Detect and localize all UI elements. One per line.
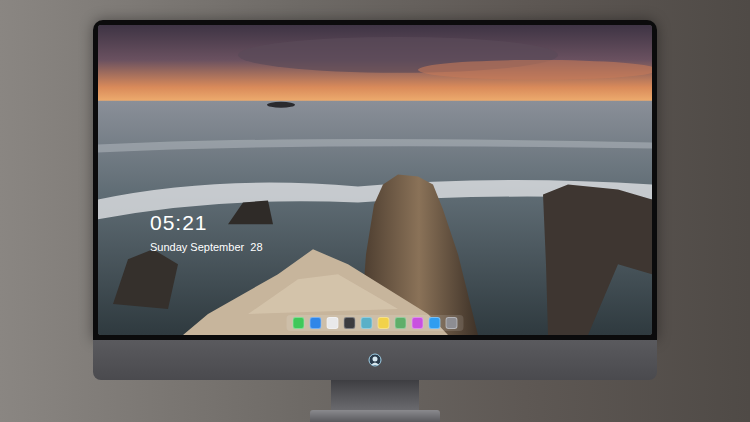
lock-clock: 05:21 Sunday September 28	[150, 211, 263, 254]
dock-app-icon[interactable]	[327, 317, 339, 329]
monitor-chin	[93, 340, 657, 380]
monitor-frame: 05:21 Sunday September 28	[93, 20, 657, 340]
dock	[287, 315, 464, 331]
dock-app-icon[interactable]	[429, 317, 441, 329]
wallpaper-photo	[98, 25, 652, 335]
dock-app-icon[interactable]	[412, 317, 424, 329]
dock-app-icon[interactable]	[378, 317, 390, 329]
date-text: Sunday September 28	[150, 241, 263, 254]
monitor-base	[310, 410, 440, 422]
dock-app-icon[interactable]	[395, 317, 407, 329]
logo-icon	[368, 353, 382, 367]
dock-app-icon[interactable]	[310, 317, 322, 329]
dock-app-icon[interactable]	[293, 317, 305, 329]
monitor-neck	[331, 380, 419, 410]
dock-app-icon[interactable]	[446, 317, 458, 329]
screen: 05:21 Sunday September 28	[98, 25, 652, 335]
dock-app-icon[interactable]	[344, 317, 356, 329]
time-text: 05:21	[150, 211, 263, 235]
dock-app-icon[interactable]	[361, 317, 373, 329]
page: 05:21 Sunday September 28	[0, 0, 750, 422]
